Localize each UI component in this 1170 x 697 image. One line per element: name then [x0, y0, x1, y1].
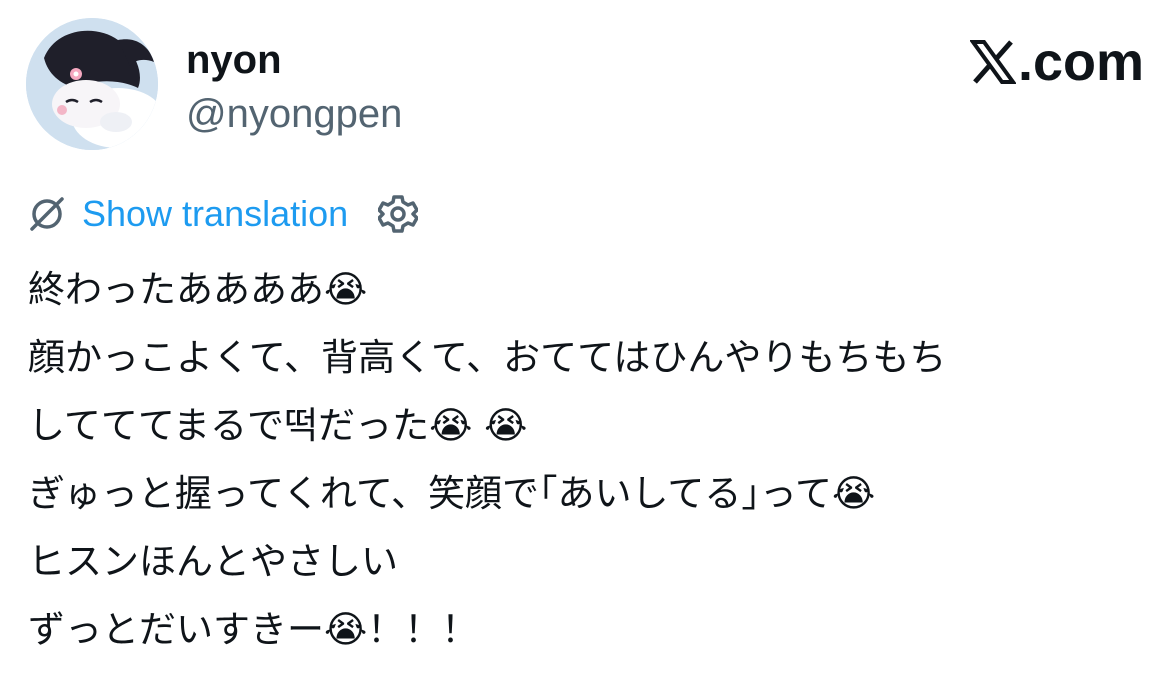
brand-domain: .com: [1017, 32, 1144, 92]
display-name[interactable]: nyon: [186, 36, 282, 84]
tweet-line: ぎゅっと握ってくれて、笑顔で｢あいしてる｣って😭: [28, 472, 876, 515]
tweet-line: ヒスンほんとやさしい: [28, 540, 398, 583]
kuromi-avatar-icon: [26, 18, 158, 150]
tweet-line: 終わったああああ😭: [28, 268, 368, 311]
x-logo-icon: [969, 40, 1016, 84]
avatar[interactable]: [26, 18, 158, 150]
show-translation-link[interactable]: Show translation: [82, 193, 348, 235]
tweet-line: 顔かっこよくて、背高くて、おててはひんやりもちもち: [28, 336, 947, 379]
translation-bar: Show translation: [28, 190, 419, 238]
tweet-line: してててまるで떡だった😭 😭: [28, 404, 528, 447]
tweet-line: ずっとだいすきー😭！！！: [28, 608, 479, 651]
translate-globe-icon: [30, 197, 64, 231]
brand-logo: .com: [969, 32, 1144, 92]
user-handle[interactable]: @nyongpen: [186, 90, 402, 138]
tweet-text: 終わったああああ😭 顔かっこよくて、背高くて、おててはひんやりもちもち しててて…: [28, 256, 1138, 664]
gear-icon[interactable]: [378, 194, 419, 234]
tweet-header: nyon @nyongpen .com: [26, 18, 1144, 150]
